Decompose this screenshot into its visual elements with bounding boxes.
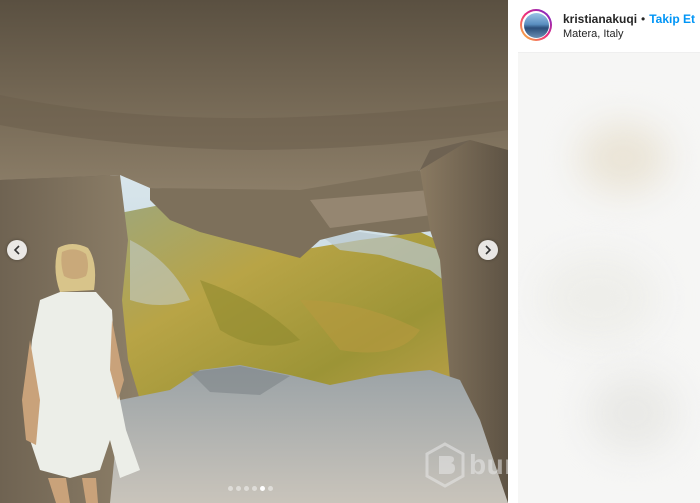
carousel-next-button[interactable]: [478, 240, 498, 260]
avatar[interactable]: [520, 9, 552, 41]
location-link[interactable]: Matera, Italy: [563, 28, 624, 40]
watermark-text: bursa: [469, 449, 508, 480]
avatar-image: [523, 12, 549, 38]
carousel-dot: [252, 486, 257, 491]
chevron-right-icon: [485, 245, 492, 255]
follow-button[interactable]: Takip Et: [649, 12, 695, 26]
carousel-dot: [228, 486, 233, 491]
post-photo[interactable]: bursa: [0, 0, 508, 503]
cave-scene-image: [0, 0, 508, 503]
carousel-dot: [244, 486, 249, 491]
carousel-indicator: [228, 486, 273, 491]
username-row: kristianakuqi • Takip Et: [563, 12, 695, 26]
carousel-dot-active: [260, 486, 265, 491]
watermark: bursa: [425, 442, 508, 488]
username-link[interactable]: kristianakuqi: [563, 12, 637, 26]
carousel-dot: [236, 486, 241, 491]
panel-divider: [508, 0, 518, 503]
post-header: kristianakuqi • Takip Et Matera, Italy: [518, 0, 700, 53]
comments-area-blurred: [518, 53, 700, 503]
carousel-dot: [268, 486, 273, 491]
bursa-logo-icon: [425, 442, 465, 488]
separator-dot: •: [641, 12, 646, 26]
carousel-prev-button[interactable]: [7, 240, 27, 260]
chevron-left-icon: [13, 245, 20, 255]
